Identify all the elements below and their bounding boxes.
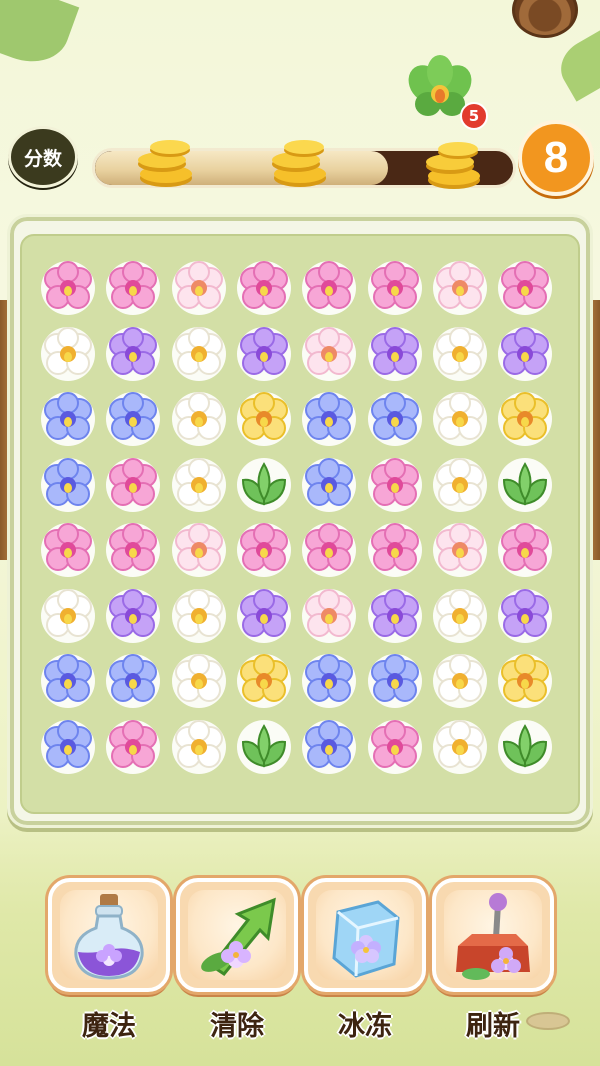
tile-pink-orchid-icon[interactable] [300,521,358,579]
tile-yellow-orchid-icon[interactable] [496,390,554,448]
tile-pink-orchid-icon[interactable] [235,259,293,317]
clear-arrow-icon [201,897,276,977]
bg-pebble [526,1012,570,1030]
tile-pink-orchid-icon[interactable] [496,259,554,317]
tile-blue-orchid-icon[interactable] [300,718,358,776]
tile-leaf-icon[interactable] [235,718,293,776]
tile-white-orchid-icon[interactable] [431,587,489,645]
tile-pink-orchid-icon[interactable] [366,718,424,776]
coin-stack-icon-3 [420,140,488,192]
tile-blue-orchid-icon[interactable] [366,652,424,710]
tile-purple-orchid-icon[interactable] [366,325,424,383]
tile-blue-orchid-icon[interactable] [300,456,358,514]
tile-purple-orchid-icon[interactable] [104,325,162,383]
tile-pink-orchid-icon[interactable] [366,259,424,317]
tile-blue-orchid-icon[interactable] [366,390,424,448]
tile-white-orchid-icon[interactable] [39,587,97,645]
tile-purple-orchid-icon[interactable] [496,325,554,383]
tool-refresh-button[interactable] [432,878,554,992]
tool-clear-button[interactable] [176,878,298,992]
tile-pink-orchid-icon[interactable] [300,259,358,317]
tile-leaf-icon[interactable] [496,718,554,776]
tile-blue-orchid-icon[interactable] [300,390,358,448]
tool-magic-label: 魔法 [82,1011,136,1042]
tile-blush-orchid-icon[interactable] [300,587,358,645]
tile-blush-orchid-icon[interactable] [431,521,489,579]
tile-blue-orchid-icon[interactable] [39,718,97,776]
ice-cube-icon [332,900,400,978]
bg-leaf-top-left [0,0,80,74]
tile-white-orchid-icon[interactable] [431,390,489,448]
tile-white-orchid-icon[interactable] [170,390,228,448]
tile-pink-orchid-icon[interactable] [366,521,424,579]
coin-stack-icon-2 [266,138,334,190]
tile-white-orchid-icon[interactable] [170,587,228,645]
tile-white-orchid-icon[interactable] [431,652,489,710]
tile-blue-orchid-icon[interactable] [300,652,358,710]
tile-blush-orchid-icon[interactable] [431,259,489,317]
tile-white-orchid-icon[interactable] [170,652,228,710]
tile-pink-orchid-icon[interactable] [235,521,293,579]
tool-freeze-label: 冰冻 [338,1011,392,1042]
coin-stack-icon-1 [132,138,200,190]
tile-pink-orchid-icon[interactable] [104,456,162,514]
tile-white-orchid-icon[interactable] [431,325,489,383]
refresh-lever-icon [456,893,530,980]
tile-pink-orchid-icon[interactable] [104,521,162,579]
tile-blue-orchid-icon[interactable] [39,390,97,448]
tile-blue-orchid-icon[interactable] [39,456,97,514]
tile-white-orchid-icon[interactable] [170,325,228,383]
tile-yellow-orchid-icon[interactable] [235,652,293,710]
tile-leaf-icon[interactable] [496,456,554,514]
score-label: 分数 [8,126,78,188]
tile-blush-orchid-icon[interactable] [170,521,228,579]
tile-leaf-icon[interactable] [235,456,293,514]
tile-yellow-orchid-icon[interactable] [235,390,293,448]
bg-leaf-top-right [551,28,600,102]
tile-blue-orchid-icon[interactable] [104,652,162,710]
tile-pink-orchid-icon[interactable] [104,718,162,776]
tile-white-orchid-icon[interactable] [431,718,489,776]
tile-blush-orchid-icon[interactable] [300,325,358,383]
tile-blue-orchid-icon[interactable] [104,390,162,448]
tile-blue-orchid-icon[interactable] [39,652,97,710]
tool-clear-label: 清除 [210,1011,264,1042]
tile-white-orchid-icon[interactable] [431,456,489,514]
tile-pink-orchid-icon[interactable] [39,259,97,317]
tile-white-orchid-icon[interactable] [170,456,228,514]
tile-white-orchid-icon[interactable] [39,325,97,383]
tile-white-orchid-icon[interactable] [170,718,228,776]
tile-purple-orchid-icon[interactable] [235,587,293,645]
target-count-badge: 5 [460,102,488,130]
tile-purple-orchid-icon[interactable] [235,325,293,383]
tile-pink-orchid-icon[interactable] [104,259,162,317]
tool-freeze-button[interactable] [304,878,426,992]
tile-purple-orchid-icon[interactable] [496,587,554,645]
tile-pink-orchid-icon[interactable] [366,456,424,514]
tile-purple-orchid-icon[interactable] [366,587,424,645]
tool-magic-button[interactable] [48,878,170,992]
settings-gear-button[interactable] [512,0,578,38]
tile-yellow-orchid-icon[interactable] [496,652,554,710]
tile-pink-orchid-icon[interactable] [39,521,97,579]
tile-blush-orchid-icon[interactable] [170,259,228,317]
tile-purple-orchid-icon[interactable] [104,587,162,645]
moves-left-badge: 8 [518,120,594,196]
magic-potion-icon [74,894,144,980]
tile-pink-orchid-icon[interactable] [496,521,554,579]
